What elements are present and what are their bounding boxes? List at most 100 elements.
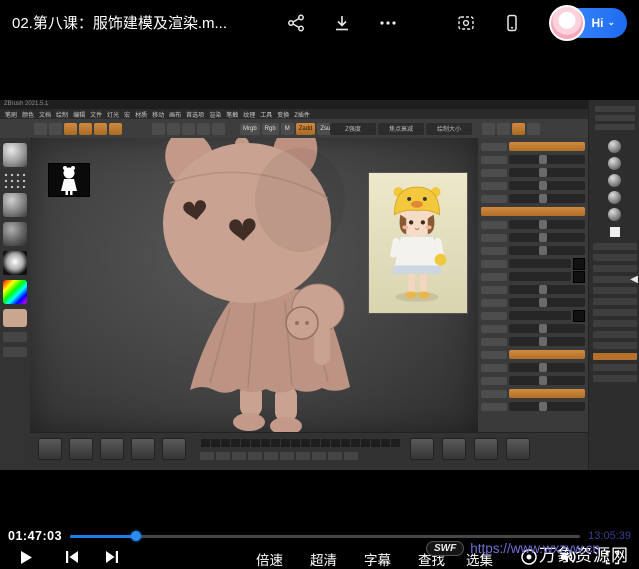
row-slider	[509, 168, 585, 177]
zbrush-menubar: 笔刷颜色文档绘制编辑文件灯光宏材质移动画布首选项渲染笔触纹理工具变换Z插件	[0, 109, 588, 119]
download-icon[interactable]	[331, 12, 353, 34]
share-icon[interactable]	[285, 12, 307, 34]
panel-bar	[595, 115, 635, 121]
row-slider	[509, 363, 585, 372]
topbar-actions: Hi ⌄	[285, 8, 627, 38]
timeline-button	[216, 452, 230, 460]
progress-bar[interactable]	[70, 535, 580, 538]
row-slider	[509, 155, 585, 164]
row-label	[481, 182, 507, 190]
panel-row	[481, 219, 585, 230]
menu-item: 文档	[39, 110, 51, 119]
panel-button	[593, 353, 637, 360]
player-topbar: 02.第八课：服饰建模及渲染.m...	[0, 0, 639, 45]
menu-item: 绘制	[56, 110, 68, 119]
slider-thumb	[539, 337, 547, 346]
menu-item: 画布	[169, 110, 181, 119]
user-avatar-pill[interactable]: Hi ⌄	[551, 8, 627, 38]
video-player-page: 02.第八课：服饰建模及渲染.m...	[0, 0, 639, 569]
right-shelf-top	[589, 100, 639, 130]
row-slider	[509, 376, 585, 385]
row-slider	[509, 220, 585, 229]
tool-thumbnail	[69, 438, 93, 460]
menu-item: 宏	[124, 110, 130, 119]
menu-item: 纹理	[243, 110, 255, 119]
row-label	[481, 273, 507, 281]
tool-button	[3, 332, 27, 342]
chevron-down-icon: ⌄	[607, 17, 615, 28]
quality-button[interactable]: 超清	[310, 549, 337, 569]
video-frame[interactable]: ZBrush 2021.5.1 笔刷颜色文档绘制编辑文件灯光宏材质移动画布首选项…	[0, 45, 639, 569]
row-label	[481, 169, 507, 177]
more-icon[interactable]	[377, 12, 399, 34]
shelf-slider: 绘制大小	[426, 123, 472, 135]
play-button[interactable]	[18, 549, 34, 566]
menu-item: 材质	[135, 110, 147, 119]
bottom-buttons	[200, 452, 358, 460]
row-swatch	[573, 258, 585, 270]
shelf-left-group	[34, 122, 62, 135]
timeline-button	[200, 452, 214, 460]
row-slider	[509, 259, 571, 268]
shelf-right-group	[482, 122, 540, 135]
panel-row	[481, 141, 585, 152]
timeline-button	[248, 452, 262, 460]
row-label	[481, 351, 507, 359]
shelf-toggle	[94, 123, 107, 135]
row-label	[481, 377, 507, 385]
screenshot-icon[interactable]	[455, 12, 477, 34]
row-slider	[509, 194, 585, 203]
slider-thumb	[539, 155, 547, 164]
shelf-button	[49, 123, 62, 135]
material-thumbnail	[608, 140, 621, 153]
panel-row	[481, 310, 585, 321]
row-slider	[509, 298, 585, 307]
panel-row	[481, 271, 585, 282]
tool-thumbnail	[162, 438, 186, 460]
progress-fill	[70, 535, 136, 538]
slider-thumb	[539, 181, 547, 190]
next-episode-button[interactable]	[104, 549, 120, 565]
previous-episode-button[interactable]	[64, 549, 80, 565]
menu-item: 笔触	[226, 110, 238, 119]
panel-row	[481, 232, 585, 243]
document-thumbnail	[48, 163, 90, 197]
subtitles-button[interactable]: 字幕	[364, 549, 391, 569]
row-label	[481, 299, 507, 307]
timeline-button	[328, 452, 342, 460]
panel-button	[593, 265, 637, 272]
panel-button	[593, 243, 637, 250]
right-shelf	[588, 100, 639, 470]
panel-button	[593, 364, 637, 371]
row-button	[509, 142, 585, 151]
row-label	[481, 195, 507, 203]
panel-button	[593, 309, 637, 316]
watermark-badge: SWF	[426, 541, 464, 556]
character-model	[90, 138, 410, 432]
shelf-button	[152, 123, 165, 135]
row-slider	[509, 233, 585, 242]
speed-button[interactable]: 倍速	[256, 549, 283, 569]
timeline-button	[296, 452, 310, 460]
row-label	[481, 390, 507, 398]
row-slider	[509, 324, 585, 333]
slider-thumb	[539, 402, 547, 411]
watermark-url: https://www.wxzyw.cn	[470, 541, 600, 556]
color-picker	[3, 280, 27, 304]
shelf-toggle-group	[64, 122, 122, 135]
panel-button	[593, 320, 637, 327]
panel-row	[481, 284, 585, 295]
timeline-button	[344, 452, 358, 460]
menu-item: 首选项	[186, 110, 204, 119]
menu-item: Z插件	[294, 110, 310, 119]
current-time: 01:47:03	[8, 529, 62, 543]
panel-button	[593, 254, 637, 261]
tool-thumbnail	[100, 438, 124, 460]
progress-knob[interactable]	[131, 531, 141, 541]
row-label	[481, 260, 507, 268]
menu-item: 移动	[152, 110, 164, 119]
row-label	[481, 364, 507, 372]
cast-phone-icon[interactable]	[501, 12, 523, 34]
video-title: 02.第八课：服饰建模及渲染.m...	[12, 12, 227, 33]
avatar-greeting: Hi	[591, 16, 603, 30]
